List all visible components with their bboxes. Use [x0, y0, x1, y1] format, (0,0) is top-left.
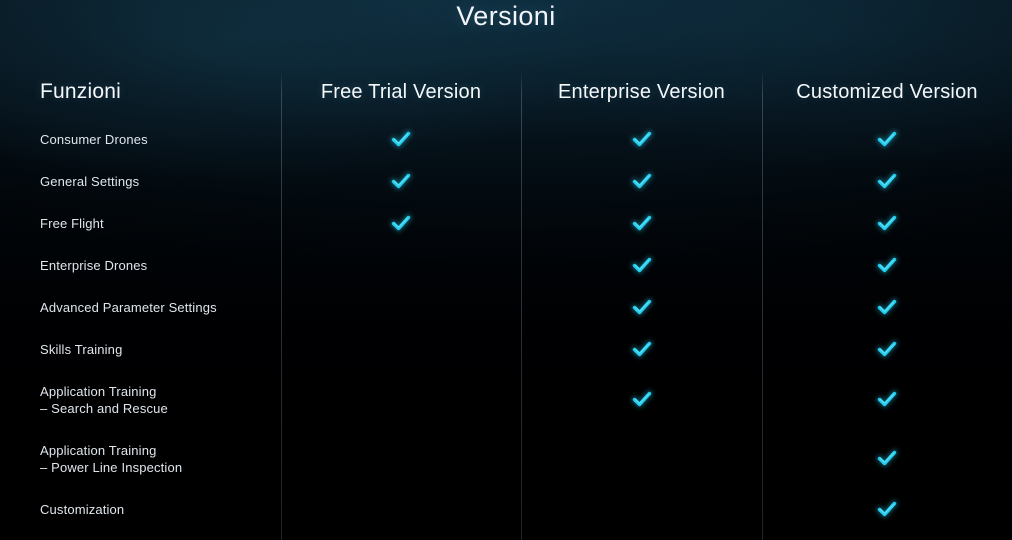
comparison-table-page: Versioni Funzioni Free Trial Version Ent… — [0, 0, 1012, 540]
check-icon — [875, 128, 899, 150]
cell-customized — [762, 447, 1012, 474]
cell-enterprise — [521, 254, 762, 281]
cell-free-trial — [281, 170, 521, 197]
cell-enterprise — [521, 128, 762, 155]
cell-enterprise — [521, 388, 762, 415]
feature-label: Skills Training — [40, 342, 123, 357]
column-header-customized: Customized Version — [796, 81, 978, 103]
check-icon — [630, 296, 653, 318]
check-icon — [630, 128, 653, 150]
check-icon — [630, 338, 653, 360]
check-icon — [630, 212, 653, 234]
cell-customized — [762, 128, 1012, 155]
feature-label: Customization — [40, 502, 125, 517]
cell-enterprise — [521, 170, 762, 197]
column-header-free-trial: Free Trial Version — [320, 81, 482, 103]
cell-enterprise — [521, 296, 762, 323]
feature-label: Application Training – Search and Rescue — [40, 384, 168, 416]
cell-customized — [762, 338, 1012, 365]
check-icon — [389, 170, 413, 192]
feature-label: Advanced Parameter Settings — [40, 300, 217, 315]
column-header-features: Funzioni — [40, 80, 121, 103]
cell-enterprise — [521, 338, 762, 365]
feature-label: General Settings — [40, 174, 140, 189]
check-icon — [875, 212, 899, 234]
check-icon — [875, 388, 899, 410]
check-icon — [630, 388, 653, 410]
check-icon — [875, 447, 899, 469]
feature-label: Consumer Drones — [40, 132, 148, 147]
cell-customized — [762, 254, 1012, 281]
check-icon — [630, 170, 653, 192]
column-header-enterprise: Enterprise Version — [557, 81, 726, 103]
check-icon — [875, 338, 899, 360]
check-icon — [875, 498, 899, 520]
cell-free-trial — [281, 212, 521, 239]
check-icon — [875, 254, 899, 276]
check-icon — [389, 212, 413, 234]
cell-free-trial — [281, 128, 521, 155]
check-icon — [389, 128, 413, 150]
check-icon — [875, 296, 899, 318]
cell-customized — [762, 296, 1012, 323]
cell-customized — [762, 498, 1012, 525]
version-comparison-table: Funzioni Free Trial Version Enterprise V… — [0, 0, 1012, 540]
feature-label: Free Flight — [40, 216, 104, 231]
cell-enterprise — [521, 212, 762, 239]
cell-customized — [762, 170, 1012, 197]
cell-customized — [762, 212, 1012, 239]
feature-label: Application Training – Power Line Inspec… — [40, 443, 183, 475]
feature-label: Enterprise Drones — [40, 258, 148, 273]
check-icon — [875, 170, 899, 192]
check-icon — [630, 254, 653, 276]
cell-customized — [762, 388, 1012, 415]
